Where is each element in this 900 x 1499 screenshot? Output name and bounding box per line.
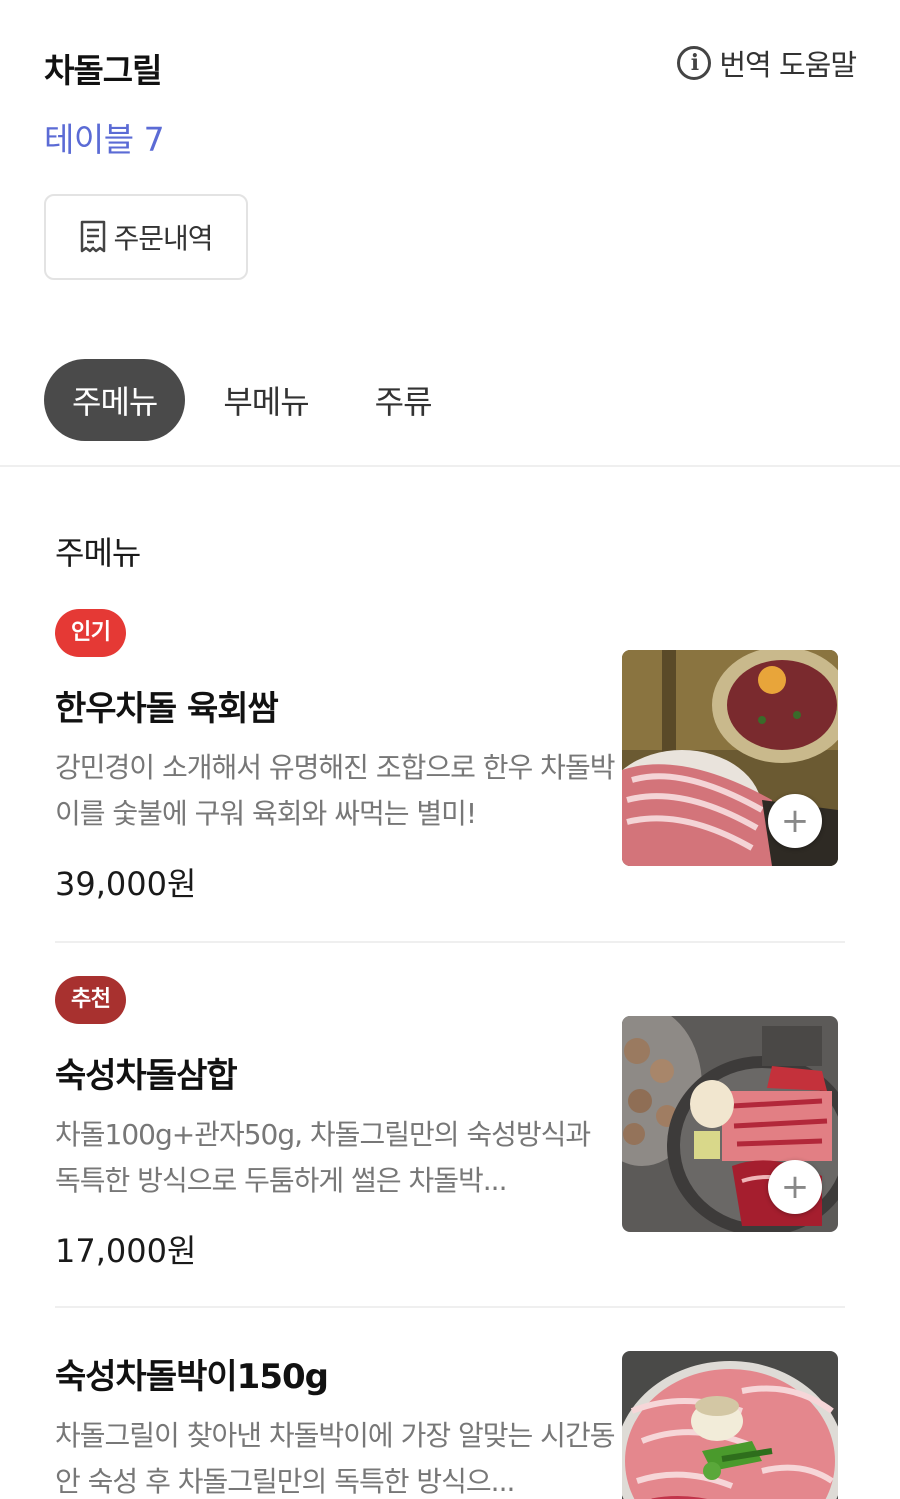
menu-item[interactable]: 숙성차돌박이150g 차돌그릴이 찾아낸 차돌박이에 가장 알맞는 시간동안 숙… (55, 1311, 845, 1499)
table-name: 테이블 7 (44, 120, 165, 159)
beef-yukhoe-photo[interactable]: + (622, 650, 838, 866)
tab-side-menu[interactable]: 부메뉴 (195, 359, 336, 441)
store-name: 차돌그릴 (44, 51, 162, 90)
item-divider (55, 941, 845, 943)
translation-help-button[interactable]: i 번역 도움말 (677, 42, 857, 84)
sliced-brisket-photo[interactable] (622, 1351, 838, 1499)
beef-scallop-photo[interactable]: + (622, 1016, 838, 1232)
plus-icon[interactable]: + (768, 1160, 822, 1214)
order-history-button[interactable]: 주문내역 (44, 194, 248, 280)
menu-item-name: 한우차돌 육회쌈 (55, 689, 279, 729)
item-divider (55, 1306, 845, 1308)
info-icon: i (677, 46, 712, 80)
tabs-divider (0, 465, 900, 467)
menu-item-price: 17,000원 (55, 1232, 197, 1270)
section-title: 주메뉴 (55, 534, 141, 572)
plus-icon[interactable]: + (768, 794, 822, 848)
tab-drinks[interactable]: 주류 (347, 359, 460, 441)
receipt-icon (79, 220, 107, 254)
menu-item-description: 강민경이 소개해서 유명해진 조합으로 한우 차돌박이를 숯불에 구워 육회와 … (55, 751, 615, 830)
menu-item-description: 차돌100g+관자50g, 차돌그릴만의 숙성방식과 독특한 방식으로 두툼하게… (55, 1118, 591, 1197)
menu-item-name: 숙성차돌삼합 (55, 1056, 238, 1096)
translation-help-label: 번역 도움말 (719, 48, 857, 82)
menu-item-name: 숙성차돌박이150g (55, 1357, 329, 1397)
popular-badge: 인기 (55, 609, 127, 657)
menu-item-price: 39,000원 (55, 865, 197, 903)
menu-item-description: 차돌그릴이 찾아낸 차돌박이에 가장 알맞는 시간동안 숙성 후 차돌그릴만의 … (55, 1419, 615, 1498)
category-tabs: 주메뉴 부메뉴 주류 (44, 359, 470, 441)
header: 차돌그릴 테이블 7 i 번역 도움말 주문내역 주메뉴 부메뉴 주류 (0, 0, 900, 467)
menu-item[interactable]: 인기 한우차돌 육회쌈 강민경이 소개해서 유명해진 조합으로 한우 차돌박이를… (55, 609, 845, 909)
order-history-label: 주문내역 (113, 222, 213, 255)
tab-main-menu[interactable]: 주메뉴 (44, 359, 186, 441)
menu-item[interactable]: 추천 숙성차돌삼합 차돌100g+관자50g, 차돌그릴만의 숙성방식과 독특한… (55, 976, 845, 1276)
recommended-badge: 추천 (55, 976, 127, 1024)
